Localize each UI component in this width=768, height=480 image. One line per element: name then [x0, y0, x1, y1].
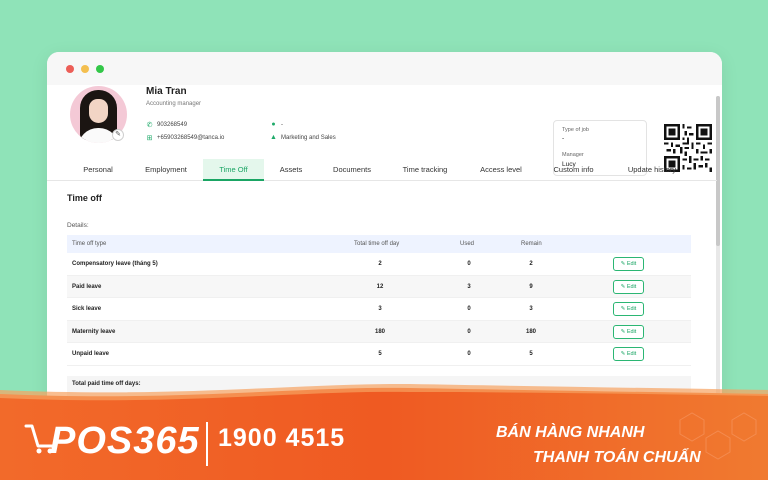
section-title: Time off	[67, 193, 102, 203]
cell-remain: 180	[525, 328, 536, 335]
cell-remain: 2	[529, 261, 533, 267]
header-remain: Remain	[521, 241, 542, 247]
cell-used: 0	[467, 351, 471, 357]
edit-label: Edit	[626, 306, 637, 312]
app-window: ✎ Mia Tran Accounting manager ✆ 90326854…	[47, 52, 722, 412]
banner-divider	[206, 422, 208, 466]
cell-used: 0	[467, 306, 471, 312]
header-used: Used	[460, 241, 475, 247]
header-total: Total time off day	[354, 241, 400, 247]
tab-access-level[interactable]: Access level	[471, 159, 531, 181]
slogan-line-1: BÁN HÀNG NHANH	[496, 424, 645, 441]
table-body: Compensatory leave (tháng 5) 2 0 2 ✎ Edi…	[67, 253, 691, 366]
type-of-job-label: Type of job	[562, 127, 589, 133]
cell-type: Unpaid leave	[72, 351, 110, 357]
cell-remain: 9	[529, 283, 533, 290]
edit-label: Edit	[626, 328, 637, 335]
tab-documents[interactable]: Documents	[323, 159, 381, 181]
minimize-window-button[interactable]	[81, 65, 89, 73]
cell-type: Sick leave	[72, 306, 102, 312]
cell-used: 3	[467, 283, 471, 290]
email-icon: ⊞	[146, 135, 153, 142]
edit-button[interactable]: ✎ Edit	[613, 347, 644, 361]
tab-employment[interactable]: Employment	[135, 159, 197, 181]
cell-total: 2	[378, 261, 382, 267]
department-icon: ▲	[270, 134, 277, 141]
maximize-window-button[interactable]	[96, 65, 104, 73]
cell-type: Compensatory leave (tháng 5)	[72, 261, 158, 267]
table-row: Paid leave 12 3 9 ✎ Edit	[67, 275, 691, 298]
table-row: Unpaid leave 5 0 5 ✎ Edit	[67, 343, 691, 366]
details-label: Details:	[67, 222, 89, 229]
close-window-button[interactable]	[66, 65, 74, 73]
edit-button[interactable]: ✎ Edit	[613, 257, 644, 271]
header-time-off-type: Time off type	[72, 241, 107, 247]
phone-info: ✆ 903268549	[146, 121, 187, 129]
location-pin-icon: ●	[271, 121, 276, 128]
employee-role: Accounting manager	[146, 101, 202, 107]
tab-time-off[interactable]: Time Off	[203, 159, 264, 181]
edit-label: Edit	[626, 283, 637, 290]
window-titlebar	[47, 52, 722, 85]
location-text: -	[281, 121, 283, 128]
slogan-line-2: THANH TOÁN CHUẨN	[533, 449, 701, 466]
profile-tabs: Personal Employment Time Off Assets Docu…	[47, 159, 717, 181]
hotline-number: 1900 4515	[218, 424, 346, 452]
table-row: Compensatory leave (tháng 5) 2 0 2 ✎ Edi…	[67, 253, 691, 276]
tab-personal[interactable]: Personal	[72, 159, 124, 181]
manager-label: Manager	[562, 152, 584, 158]
tab-update-history[interactable]: Update history	[617, 159, 687, 181]
cell-total: 12	[376, 283, 384, 290]
vertical-scrollbar[interactable]	[716, 96, 720, 406]
department-text: Marketing and Sales	[281, 134, 336, 141]
employee-name: Mia Tran	[146, 86, 187, 97]
cell-total: 5	[378, 351, 382, 357]
email-text: +65903268549@tanca.io	[157, 135, 225, 141]
cell-total: 180	[374, 328, 385, 335]
phone-icon: ✆	[146, 122, 153, 129]
pos365-logo: POS365	[50, 420, 200, 462]
edit-button[interactable]: ✎ Edit	[613, 302, 644, 316]
type-of-job-value: -	[562, 135, 565, 142]
time-off-table: Time off type Total time off day Used Re…	[67, 235, 691, 366]
department-info: ▲ Marketing and Sales	[270, 134, 336, 141]
tab-assets[interactable]: Assets	[271, 159, 311, 181]
cell-remain: 5	[529, 351, 533, 357]
table-row: Maternity leave 180 0 180 ✎ Edit	[67, 320, 691, 343]
location-info: ● -	[270, 121, 283, 128]
table-row: Sick leave 3 0 3 ✎ Edit	[67, 298, 691, 321]
edit-avatar-icon[interactable]: ✎	[112, 129, 124, 141]
tab-time-tracking[interactable]: Time tracking	[393, 159, 457, 181]
cell-remain: 3	[529, 306, 533, 312]
cell-used: 0	[467, 328, 471, 335]
email-info: ⊞ +65903268549@tanca.io	[146, 134, 225, 142]
cell-type: Paid leave	[72, 283, 102, 290]
edit-label: Edit	[626, 351, 637, 357]
cell-type: Maternity leave	[72, 328, 116, 335]
edit-button[interactable]: ✎ Edit	[613, 324, 644, 339]
cell-used: 0	[467, 261, 471, 267]
table-header: Time off type Total time off day Used Re…	[67, 235, 691, 253]
cell-total: 3	[378, 306, 382, 312]
tab-custom-info[interactable]: Custom info	[544, 159, 603, 181]
edit-label: Edit	[626, 261, 637, 267]
profile-header: ✎ Mia Tran Accounting manager ✆ 90326854…	[70, 86, 712, 176]
phone-text: 903268549	[157, 122, 188, 128]
edit-button[interactable]: ✎ Edit	[613, 279, 644, 294]
